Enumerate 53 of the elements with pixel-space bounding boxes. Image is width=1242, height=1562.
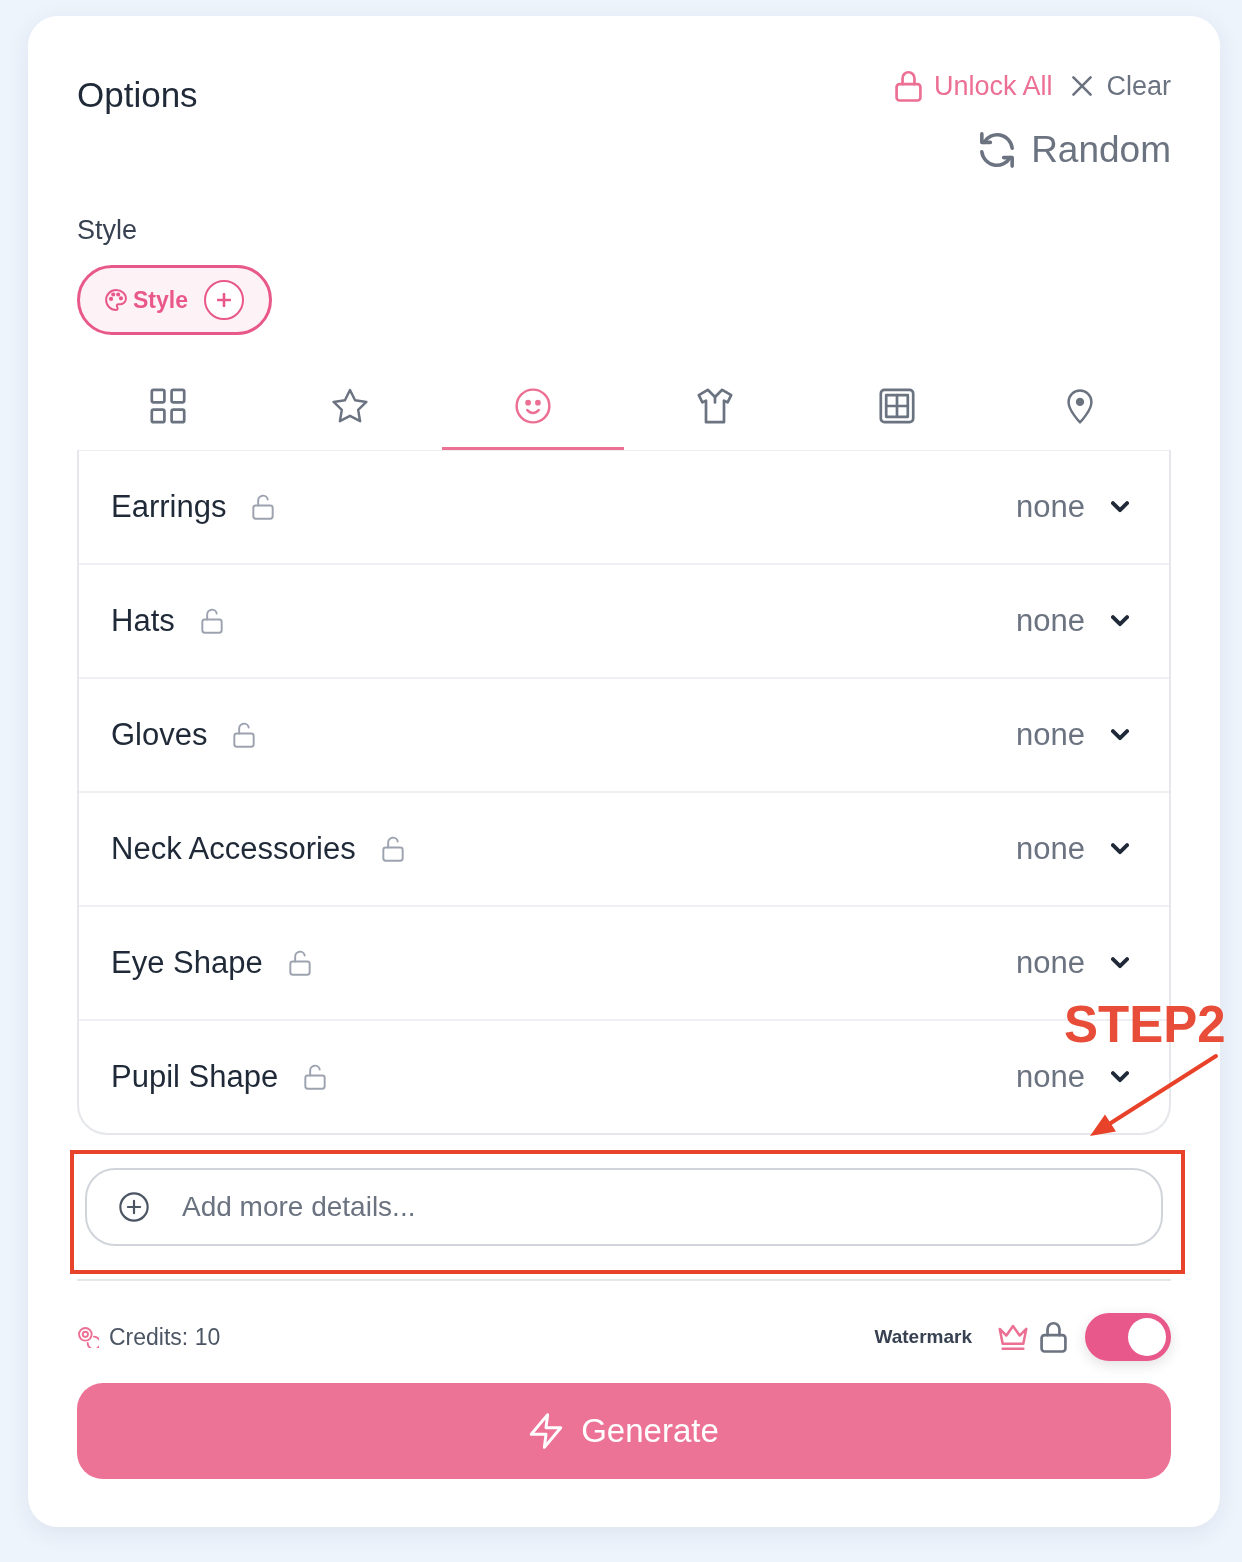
grid-icon [150,388,187,424]
chevron-down-icon [1111,729,1129,741]
details-field[interactable]: Add more details... [85,1168,1163,1246]
unlock-icon[interactable] [381,836,404,862]
option-dropdown[interactable]: none [1016,831,1129,867]
option-label: Gloves [111,717,208,753]
unlock-all-button[interactable]: Unlock All [894,70,1053,102]
unlock-icon[interactable] [304,1064,327,1090]
annotation-label: STEP2 [1064,997,1226,1053]
close-icon [1072,76,1093,96]
generate-button[interactable]: Generate [77,1383,1171,1479]
credits-text: Credits: 10 [109,1323,221,1351]
option-label: Eye Shape [111,945,263,981]
smiley-icon [514,388,551,424]
random-button[interactable]: Random [979,125,1171,175]
refresh-icon [979,132,1016,168]
plus-circle-icon [119,1192,149,1222]
plus-icon [217,293,231,307]
lock-icon [894,70,922,102]
option-label: Neck Accessories [111,831,356,867]
table-icon [879,388,916,424]
option-dropdown[interactable]: none [1016,945,1129,981]
chevron-down-icon [1111,615,1129,627]
shirt-icon [697,388,734,424]
option-dropdown[interactable]: none [1016,489,1129,525]
palette-icon [105,289,127,311]
watermark-label: Watermark [874,1326,972,1348]
chevron-down-icon [1111,843,1129,855]
lightning-icon [529,1413,564,1449]
chevron-down-icon [1111,501,1129,513]
unlock-icon[interactable] [233,722,256,748]
option-label: Earrings [111,489,227,525]
option-label: Hats [111,603,175,639]
unlock-icon[interactable] [200,608,223,634]
unlock-icon[interactable] [288,950,311,976]
section-label: Style [77,214,138,247]
chevron-down-icon [1111,1071,1129,1083]
star-icon [332,388,369,424]
option-dropdown[interactable]: none [1016,603,1129,639]
watermark-toggle[interactable] [1085,1313,1171,1361]
chip-label: Style [133,286,188,314]
style-chip[interactable]: Style [77,265,272,335]
crown-icon [998,1323,1028,1351]
chevron-down-icon [1111,957,1129,969]
clear-button[interactable]: Clear [1072,70,1171,102]
lock-icon [1040,1321,1067,1353]
option-label: Pupil Shape [111,1059,279,1095]
option-dropdown[interactable]: none [1016,717,1129,753]
option-dropdown[interactable]: none [1016,1059,1129,1095]
coins-icon [78,1326,99,1348]
panel-title: Options [77,74,198,116]
add-style-button[interactable] [204,280,244,320]
unlock-icon[interactable] [252,494,275,520]
